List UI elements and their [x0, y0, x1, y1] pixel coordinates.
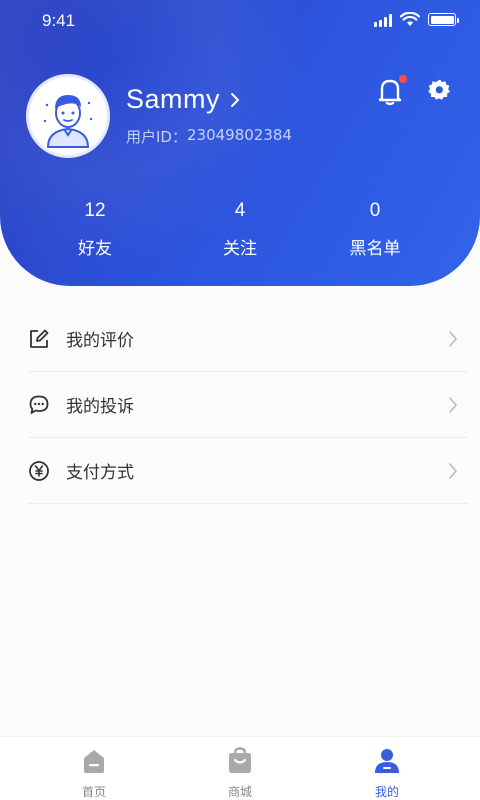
- tab-shop[interactable]: 商城: [200, 747, 280, 800]
- user-id-value: 23049802384: [186, 126, 292, 144]
- notification-button[interactable]: [376, 75, 407, 106]
- user-id: 用户ID： 23049802384: [126, 126, 292, 147]
- stat-label: 黑名单: [349, 239, 401, 259]
- stat-value: 4: [234, 200, 246, 221]
- menu-item-my-complaints[interactable]: 我的投诉: [28, 372, 468, 438]
- user-id-label: 用户ID：: [126, 128, 187, 146]
- stat-value: 12: [84, 200, 106, 221]
- status-icons: [374, 12, 459, 27]
- home-icon: [84, 750, 104, 773]
- tab-label: 我的: [374, 785, 399, 799]
- username-link[interactable]: Sammy: [126, 84, 240, 115]
- notification-badge: [399, 75, 407, 83]
- stat-following[interactable]: 4 关注: [185, 200, 295, 259]
- menu-item-my-reviews[interactable]: 我的评价: [28, 306, 468, 372]
- chevron-right-icon: [449, 463, 457, 479]
- status-bar: 9:41: [0, 0, 480, 40]
- tab-bar: 首页 商城 我的: [0, 736, 480, 800]
- chevron-right-icon: [449, 331, 457, 347]
- tab-home[interactable]: 首页: [54, 747, 134, 800]
- status-time: 9:41: [42, 11, 76, 30]
- menu-list: 我的评价 我的投诉 支付方式: [28, 306, 468, 504]
- tab-profile[interactable]: 我的: [347, 747, 427, 800]
- yuan-icon: [28, 460, 50, 482]
- stat-blacklist[interactable]: 0 黑名单: [320, 200, 430, 259]
- edit-icon: [28, 328, 50, 350]
- battery-icon: [428, 13, 459, 26]
- stat-friends[interactable]: 12 好友: [40, 200, 150, 259]
- username: Sammy: [126, 84, 221, 114]
- menu-item-label: 我的评价: [66, 331, 134, 351]
- profile-icon: [375, 749, 399, 773]
- stat-label: 好友: [78, 239, 112, 259]
- profile-header: 9:41 Sammy 用户ID： 23049802384 12 好友 4 关注 …: [0, 0, 480, 286]
- stat-label: 关注: [223, 239, 257, 259]
- menu-item-label: 我的投诉: [66, 397, 134, 417]
- user-avatar-icon: [36, 85, 100, 149]
- signal-icon: [374, 13, 392, 27]
- tab-label: 商城: [227, 785, 252, 799]
- wifi-icon: [400, 12, 420, 26]
- avatar[interactable]: [26, 74, 110, 158]
- gear-icon: [428, 79, 450, 100]
- chevron-right-icon: [449, 397, 457, 413]
- menu-item-label: 支付方式: [66, 463, 134, 483]
- stats-row: 12 好友 4 关注 0 黑名单: [0, 200, 480, 270]
- settings-button[interactable]: [428, 78, 452, 102]
- shop-icon: [229, 747, 251, 773]
- stat-value: 0: [369, 200, 381, 221]
- chat-icon: [28, 394, 50, 416]
- menu-item-payment-methods[interactable]: 支付方式: [28, 438, 468, 504]
- chevron-right-icon: [231, 92, 240, 107]
- tab-label: 首页: [81, 785, 106, 799]
